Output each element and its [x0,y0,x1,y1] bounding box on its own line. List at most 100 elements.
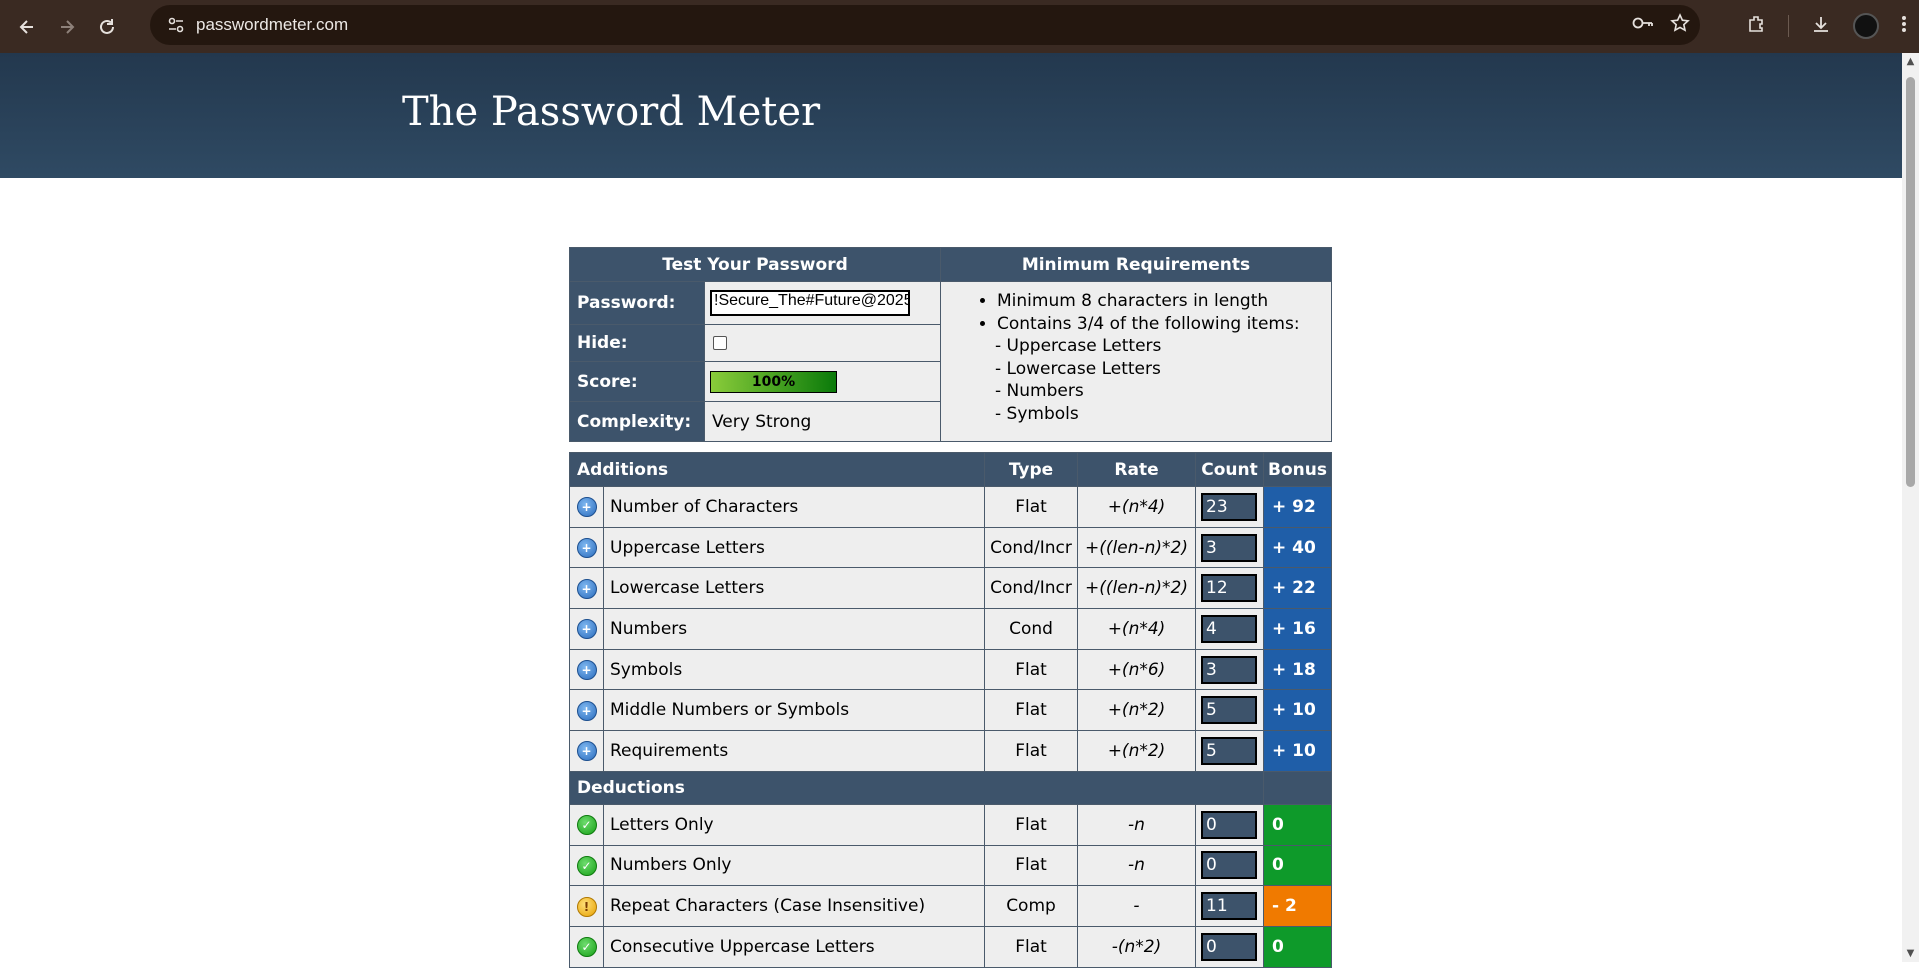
info-plus-icon: + [576,741,597,762]
info-plus-icon: + [576,700,597,721]
check-icon: ✓ [576,815,597,836]
bonus-value: + 10 [1263,689,1332,732]
bonus-value: + 18 [1263,648,1332,691]
info-plus-icon: + [576,619,597,640]
bonus-value: 0 [1263,803,1332,846]
site-info-icon[interactable] [156,16,196,34]
bonus-value: + 92 [1263,486,1332,528]
addition-row: + Requirements Flat +(n*2) 5 + 10 [569,730,1332,772]
info-plus-icon: + [576,660,597,681]
bonus-value: + 16 [1263,608,1332,650]
count-field: 0 [1201,851,1257,880]
browser-toolbar: passwordmeter.com [0,0,1919,53]
addition-row: + Number of Characters Flat +(n*4) 23 + 92 [569,486,1332,528]
password-label: Password: [569,281,705,325]
star-icon[interactable] [1670,12,1690,38]
test-header: Test Your Password [569,247,941,282]
item-rate: +(n*4) [1077,486,1196,528]
count-field: 3 [1201,655,1257,684]
item-name: Middle Numbers or Symbols [603,689,985,732]
site-header: The Password Meter [0,53,1902,178]
item-rate: +((len-n)*2) [1077,526,1196,569]
scoring-table: Additions Type Rate Count Bonus + Number … [569,452,1332,968]
address-bar[interactable]: passwordmeter.com [150,5,1700,45]
item-type: Flat [984,689,1078,732]
bonus-value: - 2 [1263,885,1332,927]
download-icon[interactable] [1811,14,1831,39]
count-header: Count [1195,452,1264,487]
back-icon[interactable] [7,7,47,47]
deductions-header: Deductions [569,770,1264,805]
password-input[interactable]: !Secure_The#Future@2025 [710,290,910,316]
addition-row: + Lowercase Letters Cond/Incr +((len-n)*2) 1… [569,567,1332,610]
score-label: Score: [569,361,705,402]
reload-icon[interactable] [87,7,127,47]
item-type: Cond/Incr [984,567,1078,610]
warning-icon: ! [576,896,597,917]
bonus-value: + 40 [1263,526,1332,569]
count-field: 23 [1201,492,1257,521]
item-type: Flat [984,486,1078,528]
bonus-header: Bonus [1263,452,1332,487]
menu-icon[interactable] [1901,14,1907,39]
info-plus-icon: + [576,497,597,518]
item-name: Consecutive Uppercase Letters [603,925,985,968]
deduction-row: ✓ Consecutive Uppercase Letters Flat -(n*2)… [569,925,1332,968]
item-rate: +(n*4) [1077,608,1196,650]
bonus-value: + 22 [1263,567,1332,610]
addition-row: + Uppercase Letters Cond/Incr +((len-n)*2) 3… [569,526,1332,569]
password-key-icon[interactable] [1632,13,1654,37]
deduction-row: ! Repeat Characters (Case Insensitive) Com… [569,885,1332,927]
item-name: Numbers [603,608,985,650]
scroll-down-icon[interactable]: ▼ [1905,948,1916,959]
type-header: Type [984,452,1078,487]
extensions-icon[interactable] [1746,14,1766,39]
info-plus-icon: + [576,538,597,559]
requirements-header: Minimum Requirements [940,247,1332,282]
item-type: Flat [984,844,1078,887]
requirement-subitem: - Numbers [995,381,1084,401]
score-value: 100% [751,373,796,390]
item-type: Cond/Incr [984,526,1078,569]
scroll-thumb[interactable] [1906,77,1915,487]
item-type: Flat [984,925,1078,968]
count-field: 0 [1201,932,1257,961]
hide-checkbox[interactable] [713,336,727,350]
item-type: Flat [984,803,1078,846]
hide-label: Hide: [569,324,705,362]
item-type: Flat [984,730,1078,772]
check-icon: ✓ [576,855,597,876]
divider [1788,15,1789,37]
complexity-value: Very Strong [704,401,941,442]
complexity-label: Complexity: [569,401,705,442]
item-name: Numbers Only [603,844,985,887]
requirements-list: Minimum 8 characters in length Contains … [940,281,1332,442]
item-rate: - [1077,885,1196,927]
item-name: Uppercase Letters [603,526,985,569]
test-password-table: Test Your Password Minimum Requirements … [569,247,1332,442]
requirement-item: Contains 3/4 of the following items: [997,313,1321,336]
item-name: Requirements [603,730,985,772]
info-plus-icon: + [576,578,597,599]
bonus-value: 0 [1263,844,1332,887]
deduction-row: ✓ Numbers Only Flat -n 0 0 [569,844,1332,887]
deduction-row: ✓ Letters Only Flat -n 0 0 [569,803,1332,846]
rate-header: Rate [1077,452,1196,487]
item-name: Lowercase Letters [603,567,985,610]
count-field: 11 [1201,892,1257,921]
vertical-scrollbar[interactable]: ▲ ▼ [1902,53,1919,962]
item-rate: -n [1077,803,1196,846]
count-field: 5 [1201,696,1257,725]
item-type: Comp [984,885,1078,927]
item-type: Cond [984,608,1078,650]
count-field: 0 [1201,810,1257,839]
addition-row: + Numbers Cond +(n*4) 4 + 16 [569,608,1332,650]
addition-row: + Middle Numbers or Symbols Flat +(n*2) 5 + 1… [569,689,1332,732]
check-icon: ✓ [576,937,597,958]
profile-avatar[interactable] [1853,13,1879,39]
scroll-up-icon[interactable]: ▲ [1905,56,1916,67]
url-text[interactable]: passwordmeter.com [196,15,348,35]
item-rate: -(n*2) [1077,925,1196,968]
requirement-item: Minimum 8 characters in length [997,290,1321,313]
forward-icon[interactable] [47,7,87,47]
